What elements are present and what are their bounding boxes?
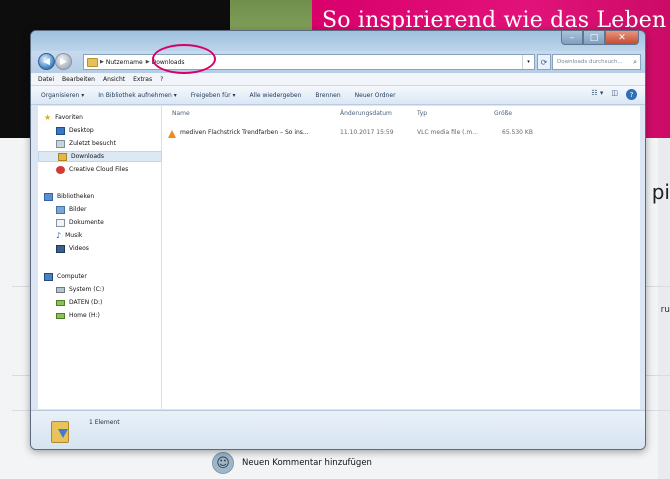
vlc-cone-icon (168, 129, 176, 138)
search-placeholder: Downloads durchsuch... (557, 59, 623, 65)
libraries-icon (44, 192, 53, 201)
view-options-icon[interactable]: ☷ ▾ (591, 89, 603, 100)
smiley-avatar-icon: ☺ (212, 452, 234, 474)
back-arrow-icon[interactable]: ◀ (38, 53, 55, 70)
file-type: VLC media file (.m... (417, 129, 478, 136)
desktop-icon (56, 126, 65, 135)
window-controls: – □ ✕ (561, 31, 639, 45)
command-toolbar: Organisieren ▾ In Bibliothek aufnehmen ▾… (31, 86, 645, 105)
address-bar[interactable]: ▶ Nutzername ▶ Downloads ▾ (83, 54, 535, 70)
maximize-button[interactable]: □ (583, 31, 605, 45)
table-row[interactable]: mediven Flachstrick Trendfarben – So ins… (168, 128, 628, 139)
column-header-type[interactable]: Typ (417, 110, 427, 117)
computer-icon (44, 272, 53, 281)
chevron-down-icon[interactable]: ▾ (522, 55, 534, 69)
navigation-pane: ★ Favoriten Desktop Zuletzt besucht Down… (38, 106, 162, 409)
search-input[interactable]: Downloads durchsuch... ⌕ (552, 54, 641, 70)
menu-tools[interactable]: Extras (133, 76, 152, 83)
address-row: ◀ ▶ ▶ Nutzername ▶ Downloads ▾ ⟳ Downloa… (31, 51, 645, 73)
column-header-date[interactable]: Änderungsdatum (340, 110, 392, 117)
menu-edit[interactable]: Bearbeiten (62, 76, 95, 83)
add-comment[interactable]: ☺ Neuen Kommentar hinzufügen (212, 452, 372, 474)
nav-item-videos[interactable]: Videos (56, 243, 89, 254)
menu-file[interactable]: Datei (38, 76, 54, 83)
refresh-icon[interactable]: ⟳ (537, 54, 551, 70)
explorer-window: – □ ✕ ◀ ▶ ▶ Nutzername ▶ Downloads ▾ ⟳ D… (30, 30, 646, 450)
search-icon[interactable]: ⌕ (633, 58, 637, 67)
menu-view[interactable]: Ansicht (103, 76, 125, 83)
burn-button[interactable]: Brennen (315, 92, 340, 99)
file-date: 11.10.2017 15:59 (340, 129, 394, 136)
cut-off-text-small: ru (660, 305, 670, 315)
forward-arrow-icon[interactable]: ▶ (55, 53, 72, 70)
pictures-icon (56, 205, 65, 214)
breadcrumb-user[interactable]: Nutzername (106, 59, 146, 66)
music-icon: ♪ (56, 230, 62, 240)
nav-computer-header[interactable]: Computer (44, 271, 87, 282)
nav-libraries-header[interactable]: Bibliotheken (44, 191, 94, 202)
menu-bar: Datei Bearbeiten Ansicht Extras ? (31, 73, 645, 86)
recent-places-icon (56, 139, 65, 148)
nav-item-documents[interactable]: Dokumente (56, 217, 104, 228)
add-to-library-button[interactable]: In Bibliothek aufnehmen ▾ (98, 92, 176, 99)
nav-item-downloads[interactable]: Downloads (38, 151, 162, 162)
nav-item-desktop[interactable]: Desktop (56, 125, 94, 136)
nav-item-music[interactable]: ♪ Musik (56, 230, 82, 241)
preview-pane-icon[interactable]: ◫ (611, 89, 618, 100)
help-icon[interactable]: ? (626, 89, 637, 100)
nav-favorites-header[interactable]: ★ Favoriten (44, 112, 83, 123)
file-list: Name Änderungsdatum Typ Größe mediven Fl… (162, 106, 640, 409)
drive-icon (56, 286, 65, 293)
share-with-button[interactable]: Freigeben für ▾ (191, 92, 236, 99)
view-controls: ☷ ▾ ◫ ? (591, 89, 637, 100)
cut-off-text: pi (651, 180, 670, 204)
minimize-button[interactable]: – (561, 31, 583, 45)
creative-cloud-icon (56, 165, 65, 174)
details-pane: 1 Element (31, 410, 645, 449)
new-folder-button[interactable]: Neuer Ordner (355, 92, 396, 99)
play-all-button[interactable]: Alle wiedergeben (249, 92, 301, 99)
star-icon: ★ (44, 112, 52, 122)
item-count: 1 Element (89, 419, 120, 426)
network-drive-icon (56, 299, 65, 306)
close-button[interactable]: ✕ (605, 31, 639, 45)
highlight-annotation-circle (152, 44, 216, 74)
file-name[interactable]: mediven Flachstrick Trendfarben – So ins… (180, 129, 309, 136)
title-bar[interactable]: – □ ✕ (31, 31, 645, 51)
network-drive-icon (56, 312, 65, 319)
nav-item-drive-d[interactable]: DATEN (D:) (56, 297, 102, 308)
nav-item-pictures[interactable]: Bilder (56, 204, 86, 215)
videos-icon (56, 244, 65, 253)
file-size: 65.530 KB (502, 129, 533, 136)
documents-icon (56, 218, 65, 227)
downloads-folder-icon (58, 152, 67, 161)
add-comment-label[interactable]: Neuen Kommentar hinzufügen (242, 458, 372, 468)
column-header-size[interactable]: Größe (494, 110, 512, 117)
nav-item-drive-c[interactable]: System (C:) (56, 284, 104, 295)
organize-button[interactable]: Organisieren ▾ (41, 92, 84, 99)
menu-help[interactable]: ? (160, 76, 163, 83)
nav-item-creative-cloud[interactable]: Creative Cloud Files (56, 164, 128, 175)
nav-item-recent[interactable]: Zuletzt besucht (56, 138, 116, 149)
nav-item-drive-h[interactable]: Home (H:) (56, 310, 100, 321)
column-header-name[interactable]: Name (172, 110, 190, 117)
downloads-folder-icon (51, 417, 73, 443)
folder-icon (87, 57, 98, 67)
